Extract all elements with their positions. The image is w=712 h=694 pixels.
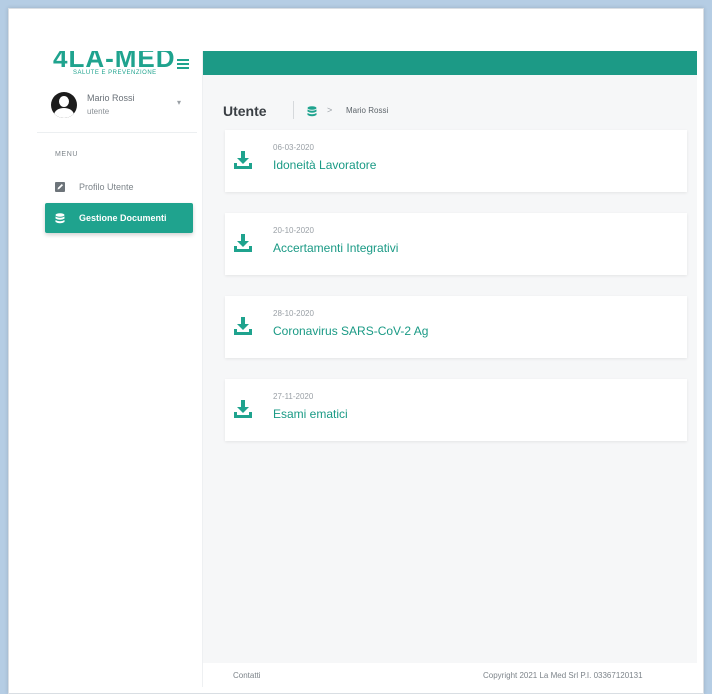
page-title: Utente bbox=[223, 103, 267, 119]
app-window: 4LA-MED SALUTE E PREVENZIONE Mario Rossi… bbox=[37, 51, 697, 687]
document-card[interactable]: 28-10-2020 Coronavirus SARS-CoV-2 Ag bbox=[225, 296, 687, 358]
download-icon[interactable] bbox=[233, 316, 253, 336]
document-date: 28-10-2020 bbox=[273, 309, 314, 318]
title-divider bbox=[293, 101, 294, 119]
footer-copyright: Copyright 2021 La Med Srl P.I. 033671201… bbox=[483, 671, 643, 680]
edit-icon bbox=[55, 182, 65, 192]
sidebar: 4LA-MED SALUTE E PREVENZIONE Mario Rossi… bbox=[37, 51, 203, 687]
document-date: 27-11-2020 bbox=[273, 392, 314, 401]
document-title[interactable]: Coronavirus SARS-CoV-2 Ag bbox=[273, 324, 428, 338]
document-card[interactable]: 20-10-2020 Accertamenti Integrativi bbox=[225, 213, 687, 275]
footer: Contatti Copyright 2021 La Med Srl P.I. … bbox=[203, 663, 697, 687]
document-title[interactable]: Accertamenti Integrativi bbox=[273, 241, 398, 255]
document-date: 20-10-2020 bbox=[273, 226, 314, 235]
footer-contact-link[interactable]: Contatti bbox=[233, 671, 261, 680]
breadcrumb-current[interactable]: Mario Rossi bbox=[346, 106, 388, 115]
download-icon[interactable] bbox=[233, 233, 253, 253]
database-icon bbox=[55, 213, 65, 224]
menu-toggle-icon[interactable] bbox=[177, 59, 189, 69]
document-card[interactable]: 06-03-2020 Idoneità Lavoratore bbox=[225, 130, 687, 192]
chevron-down-icon[interactable]: ▾ bbox=[177, 98, 181, 107]
document-date: 06-03-2020 bbox=[273, 143, 314, 152]
sidebar-item-profilo-utente[interactable]: Profilo Utente bbox=[45, 173, 193, 201]
menu-section-label: MENU bbox=[55, 151, 79, 158]
document-card[interactable]: 27-11-2020 Esami ematici bbox=[225, 379, 687, 441]
sidebar-item-gestione-documenti[interactable]: Gestione Documenti bbox=[45, 203, 193, 233]
logo-tagline: SALUTE E PREVENZIONE bbox=[73, 70, 157, 76]
breadcrumb-separator: > bbox=[327, 105, 333, 115]
user-profile-box[interactable]: Mario Rossi utente ▾ bbox=[37, 87, 197, 133]
top-bar bbox=[203, 51, 697, 75]
main-content: Utente > Mario Rossi 06-03-2020 Idoneità… bbox=[203, 75, 697, 687]
document-title[interactable]: Esami ematici bbox=[273, 407, 348, 421]
database-icon[interactable] bbox=[307, 104, 319, 117]
avatar bbox=[51, 92, 77, 118]
sidebar-item-label: Profilo Utente bbox=[79, 182, 134, 192]
user-name: Mario Rossi bbox=[87, 93, 135, 103]
download-icon[interactable] bbox=[233, 399, 253, 419]
browser-frame: 4LA-MED SALUTE E PREVENZIONE Mario Rossi… bbox=[8, 8, 704, 694]
document-title[interactable]: Idoneità Lavoratore bbox=[273, 158, 376, 172]
download-icon[interactable] bbox=[233, 150, 253, 170]
user-role: utente bbox=[87, 107, 110, 116]
sidebar-item-label: Gestione Documenti bbox=[79, 213, 167, 223]
